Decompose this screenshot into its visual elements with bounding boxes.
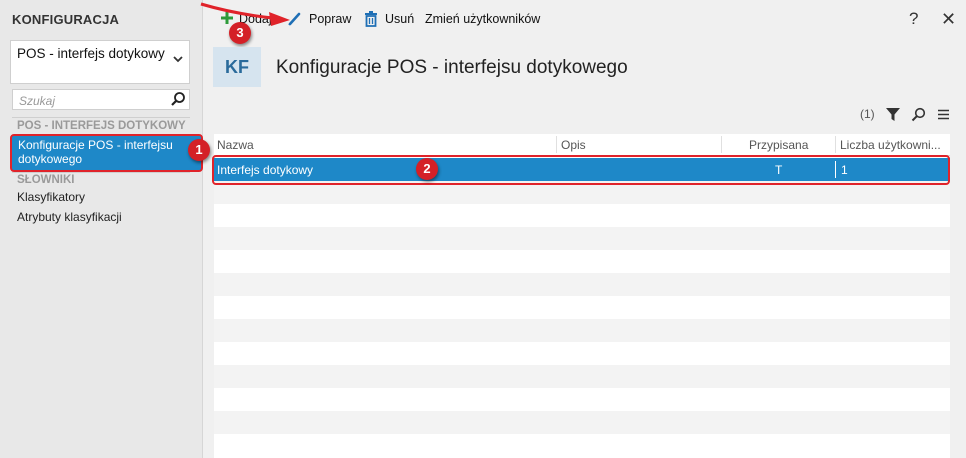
divider	[12, 172, 190, 173]
search-icon[interactable]	[170, 91, 186, 107]
search-icon[interactable]	[911, 107, 926, 125]
group-header-pos: POS - INTERFEJS DOTYKOWY	[17, 120, 186, 132]
change-users-button[interactable]: Zmień użytkowników	[425, 12, 540, 26]
search-box	[12, 89, 190, 110]
divider	[12, 117, 190, 118]
column-header-description[interactable]: Opis	[561, 138, 586, 152]
trash-icon[interactable]	[364, 11, 378, 30]
annotation-frame-2	[212, 155, 950, 185]
annotation-badge-3: 3	[229, 22, 251, 44]
sidebar: KONFIGURACJA POS - interfejs dotykowy PO…	[0, 0, 203, 458]
table-row-empty	[214, 365, 950, 388]
page-title: Konfiguracje POS - interfejsu dotykowego	[276, 57, 628, 78]
column-separator	[835, 136, 836, 153]
sidebar-item-classifiers[interactable]: Klasyfikatory	[17, 190, 85, 204]
table-row-empty	[214, 273, 950, 296]
annotation-frame-1	[10, 134, 203, 172]
close-button[interactable]: ✕	[941, 9, 956, 30]
column-header-user-count[interactable]: Liczba użytkowni...	[840, 138, 941, 152]
help-button[interactable]: ?	[909, 9, 918, 29]
table-row-empty	[214, 411, 950, 434]
group-header-dictionaries: SŁOWNIKI	[17, 174, 75, 186]
annotation-badge-1: 1	[188, 139, 210, 161]
table-row-empty	[214, 296, 950, 319]
table-row-empty	[214, 227, 950, 250]
menu-icon[interactable]	[938, 109, 949, 123]
sidebar-title: KONFIGURACJA	[12, 12, 120, 27]
module-badge: KF	[213, 47, 261, 87]
annotation-badge-2: 2	[416, 158, 438, 180]
toolbar: Dodaj Popraw Usuń Zmień użytkowników ? ✕	[203, 0, 966, 37]
module-select[interactable]: POS - interfejs dotykowy	[10, 40, 190, 84]
table-row-empty	[214, 204, 950, 227]
column-header-assigned[interactable]: Przypisana	[749, 138, 808, 152]
delete-button[interactable]: Usuń	[385, 12, 414, 26]
table-row-empty	[214, 250, 950, 273]
table-row-empty	[214, 434, 950, 457]
search-input[interactable]	[17, 92, 166, 109]
filter-count: (1)	[860, 107, 875, 121]
grid-header: Nazwa Opis Przypisana Liczba użytkowni..…	[214, 134, 950, 156]
sidebar-item-classification-attributes[interactable]: Atrybuty klasyfikacji	[17, 210, 122, 224]
module-select-value: POS - interfejs dotykowy	[17, 46, 165, 61]
chevron-down-icon	[173, 54, 183, 66]
column-separator	[721, 136, 722, 153]
table-row-empty	[214, 342, 950, 365]
edit-button[interactable]: Popraw	[309, 12, 351, 26]
table-row-empty	[214, 388, 950, 411]
table-row-empty	[214, 319, 950, 342]
column-header-name[interactable]: Nazwa	[217, 138, 254, 152]
filter-icon[interactable]	[886, 108, 900, 125]
column-separator	[556, 136, 557, 153]
